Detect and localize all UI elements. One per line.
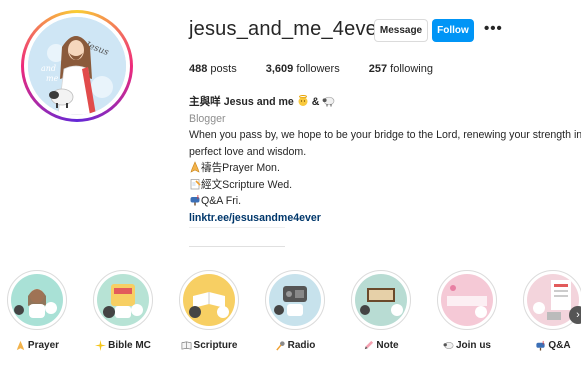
highlight-cover bbox=[97, 274, 149, 326]
highlight-label: Join us bbox=[432, 340, 502, 351]
highlight-ring bbox=[351, 270, 411, 330]
bio-display-name-row: 主與咩 Jesus and me & bbox=[189, 94, 581, 111]
highlight-label: Prayer bbox=[2, 340, 72, 351]
highlight-label-text: Prayer bbox=[27, 340, 60, 351]
following-count[interactable]: 257 following bbox=[369, 63, 433, 75]
bio-category: Blogger bbox=[189, 112, 226, 125]
highlight-cover-scripture-icon bbox=[189, 292, 229, 318]
highlight-label: Bible MC bbox=[88, 340, 158, 351]
angel-emoji-icon bbox=[298, 95, 308, 106]
sheep-icon bbox=[443, 341, 454, 350]
highlight-scripture[interactable]: Scripture bbox=[174, 270, 244, 351]
posts-value: 488 bbox=[189, 63, 208, 75]
profile-bio: 主與咩 Jesus and me & Blogger When you pass… bbox=[189, 94, 581, 226]
chevron-right-icon[interactable]: › bbox=[569, 306, 581, 324]
highlight-cover-join-us-icon bbox=[447, 285, 487, 318]
following-label: following bbox=[390, 63, 433, 75]
highlight-cover bbox=[183, 274, 235, 326]
highlight-cover bbox=[11, 274, 63, 326]
memo-icon bbox=[190, 178, 201, 189]
bio-line-2: perfect love and wisdom. bbox=[189, 145, 307, 158]
bio-display-name: 主與咩 Jesus and me bbox=[189, 96, 294, 108]
sparkles-icon bbox=[95, 340, 107, 351]
highlight-note[interactable]: Note bbox=[346, 270, 416, 351]
bio-line-1: When you pass by, we hope to be your bri… bbox=[189, 129, 581, 141]
highlight-radio[interactable]: Radio bbox=[260, 270, 330, 351]
bio-line-5-row: Q&A Fri. bbox=[189, 193, 581, 210]
open-book-icon bbox=[181, 341, 191, 350]
profile-avatar-ring[interactable]: Jesus and me bbox=[21, 10, 133, 122]
mailbox-icon bbox=[536, 340, 545, 351]
highlight-ring bbox=[93, 270, 153, 330]
highlight-label-text: Q&A bbox=[548, 340, 571, 351]
highlight-cover-note-icon bbox=[360, 288, 403, 316]
mailbox-icon bbox=[190, 195, 200, 206]
highlight-cover bbox=[441, 274, 493, 326]
bio-link[interactable]: linktr.ee/jesusandme4ever bbox=[189, 210, 581, 227]
highlight-cover bbox=[269, 274, 321, 326]
highlight-bible-mc[interactable]: Bible MC bbox=[88, 270, 158, 351]
followers-label: followers bbox=[296, 63, 340, 75]
profile-stats: 488 posts 3,609 followers 257 following bbox=[189, 63, 462, 75]
pencil-icon bbox=[365, 340, 374, 350]
highlight-label: Note bbox=[346, 340, 416, 351]
following-value: 257 bbox=[368, 63, 388, 75]
message-button[interactable]: Message bbox=[374, 19, 428, 42]
bio-line-5: Q&A Fri. bbox=[201, 195, 242, 207]
profile-username: jesus_and_me_4ever bbox=[189, 18, 384, 40]
posts-label: posts bbox=[210, 63, 237, 75]
highlight-cover-radio-icon bbox=[274, 286, 307, 316]
highlight-ring bbox=[179, 270, 239, 330]
follow-button[interactable]: Follow bbox=[432, 19, 474, 42]
bio-divider bbox=[189, 227, 285, 247]
highlight-label: Q&A bbox=[518, 340, 581, 351]
highlight-label-text: Bible MC bbox=[108, 340, 151, 351]
highlight-ring bbox=[437, 270, 497, 330]
story-highlights: Prayer Bible MC Scripture Radio Note Joi… bbox=[0, 270, 581, 367]
avatar[interactable]: Jesus and me bbox=[28, 17, 126, 115]
highlight-join-us[interactable]: Join us bbox=[432, 270, 502, 351]
bio-line-4-row: 經文Scripture Wed. bbox=[189, 177, 581, 194]
highlight-label-text: Join us bbox=[455, 340, 491, 351]
highlight-label: Scripture bbox=[174, 340, 244, 351]
praying-hands-icon bbox=[16, 340, 25, 351]
highlight-cover bbox=[355, 274, 407, 326]
highlight-ring bbox=[265, 270, 325, 330]
avatar-inner: Jesus and me bbox=[24, 13, 130, 119]
highlight-cover-prayer-icon bbox=[14, 289, 57, 318]
svg-text:me: me bbox=[46, 74, 59, 83]
sheep-emoji-icon bbox=[322, 96, 335, 107]
highlight-prayer[interactable]: Prayer bbox=[2, 270, 72, 351]
followers-value: 3,609 bbox=[265, 63, 294, 75]
bio-line-4: 經文Scripture Wed. bbox=[201, 178, 293, 191]
highlight-label-text: Radio bbox=[287, 340, 316, 351]
bio-display-name-suffix: & bbox=[311, 96, 320, 108]
praying-hands-icon bbox=[190, 161, 200, 173]
microphone-icon bbox=[275, 341, 285, 351]
highlight-label-text: Scripture bbox=[193, 340, 238, 351]
bio-line-3: 禱告Prayer Mon. bbox=[201, 162, 280, 174]
highlight-cover-bible-mc-icon bbox=[103, 284, 143, 318]
svg-text:and: and bbox=[41, 64, 56, 73]
more-options-icon[interactable]: ••• bbox=[484, 20, 503, 37]
posts-count: 488 posts bbox=[189, 63, 237, 75]
highlight-label-text: Note bbox=[376, 340, 399, 351]
highlight-ring bbox=[7, 270, 67, 330]
bio-line-3-row: 禱告Prayer Mon. bbox=[189, 160, 581, 177]
jesus-and-lamb-illustration-icon: Jesus and me bbox=[28, 17, 126, 115]
followers-count[interactable]: 3,609 followers bbox=[266, 63, 340, 75]
highlight-label: Radio bbox=[260, 340, 330, 351]
